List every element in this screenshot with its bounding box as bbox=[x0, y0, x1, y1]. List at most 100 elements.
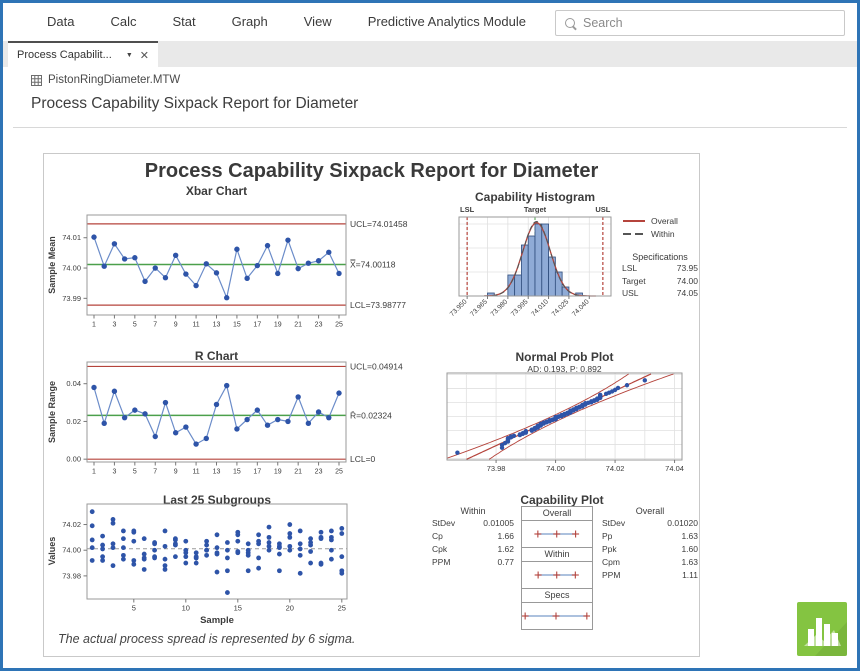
y-tick-label: 74.00 bbox=[62, 264, 81, 273]
specification-row: USL74.05 bbox=[622, 287, 698, 300]
page-heading: Process Capability Sixpack Report for Di… bbox=[31, 95, 358, 113]
x-tick-label: 74.02 bbox=[606, 464, 625, 473]
data-point bbox=[235, 530, 240, 535]
data-point bbox=[90, 545, 95, 550]
stat-value: 1.63 bbox=[681, 530, 698, 543]
spec-value: 74.05 bbox=[677, 287, 698, 300]
report-footnote: The actual process spread is represented… bbox=[58, 632, 355, 646]
search-icon bbox=[565, 18, 575, 28]
menu-item-data[interactable]: Data bbox=[47, 14, 74, 29]
data-point bbox=[100, 558, 105, 563]
y-tick-label: 74.00 bbox=[62, 546, 81, 555]
data-point bbox=[267, 548, 272, 553]
data-point bbox=[163, 400, 168, 405]
data-point bbox=[204, 436, 209, 441]
stats-row: Cpm1.63 bbox=[602, 556, 698, 569]
x-tick-label: 9 bbox=[174, 469, 178, 476]
limit-annotation: R̄=0.02324 bbox=[350, 410, 392, 420]
menu-item-view[interactable]: View bbox=[304, 14, 332, 29]
data-point bbox=[329, 535, 334, 540]
stats-row: Cpk1.62 bbox=[432, 543, 514, 556]
menu-item-stat[interactable]: Stat bbox=[172, 14, 195, 29]
data-point bbox=[173, 253, 178, 258]
stat-label: Cp bbox=[432, 530, 443, 543]
minitab-logo-icon[interactable] bbox=[797, 602, 847, 656]
data-point bbox=[183, 424, 188, 429]
data-point bbox=[194, 554, 199, 559]
data-point bbox=[256, 556, 261, 561]
x-tick-label: 19 bbox=[274, 469, 282, 476]
specification-row: LSL73.95 bbox=[622, 262, 698, 275]
data-point bbox=[111, 521, 116, 526]
data-point bbox=[121, 557, 126, 562]
data-point bbox=[643, 378, 647, 382]
menu-item-calc[interactable]: Calc bbox=[110, 14, 136, 29]
data-point bbox=[121, 536, 126, 541]
worksheet-name: PistonRingDiameter.MTW bbox=[48, 74, 180, 86]
menu-item-predictive-analytics-module[interactable]: Predictive Analytics Module bbox=[368, 14, 526, 29]
x-tick-label: 74.040 bbox=[571, 298, 591, 318]
specification-row: Target74.00 bbox=[622, 275, 698, 288]
x-tick-label: 1 bbox=[92, 469, 96, 476]
target-label: Target bbox=[524, 205, 547, 214]
data-point bbox=[173, 543, 178, 548]
x-tick-label: 5 bbox=[133, 322, 137, 329]
search-input[interactable] bbox=[575, 15, 844, 31]
data-point bbox=[90, 558, 95, 563]
data-point bbox=[225, 568, 230, 573]
report-canvas: Process Capability Sixpack Report for Di… bbox=[43, 153, 700, 657]
x-tick-label: 11 bbox=[192, 322, 199, 329]
data-point bbox=[326, 250, 331, 255]
interval-plot bbox=[522, 603, 590, 629]
tab-process-capability[interactable]: Process Capabilit... ▼ ✕ bbox=[8, 41, 158, 67]
tab-label: Process Capabilit... bbox=[8, 49, 124, 61]
search-box[interactable] bbox=[555, 10, 845, 36]
data-point bbox=[235, 539, 240, 544]
x-tick-label: 25 bbox=[335, 322, 343, 329]
xbar-chart-title: Xbar Chart bbox=[87, 184, 346, 198]
x-tick-label: 21 bbox=[294, 322, 302, 329]
data-point bbox=[142, 567, 147, 572]
data-point bbox=[122, 256, 127, 261]
data-point bbox=[339, 526, 344, 531]
data-point bbox=[100, 543, 105, 548]
data-point bbox=[142, 411, 147, 416]
stat-value: 1.60 bbox=[681, 543, 698, 556]
x-tick-label: 73.980 bbox=[490, 298, 510, 318]
legend-label: Within bbox=[651, 229, 675, 239]
series-line bbox=[94, 237, 339, 298]
stats-row: PPM1.11 bbox=[602, 569, 698, 582]
stat-label: Pp bbox=[602, 530, 612, 543]
close-icon[interactable]: ✕ bbox=[140, 49, 158, 62]
data-point bbox=[121, 545, 126, 550]
spec-label: LSL bbox=[622, 262, 637, 275]
data-point bbox=[183, 271, 188, 276]
data-point bbox=[265, 423, 270, 428]
menu-item-graph[interactable]: Graph bbox=[232, 14, 268, 29]
chevron-down-icon[interactable]: ▼ bbox=[124, 52, 140, 59]
data-point bbox=[339, 554, 344, 559]
data-point bbox=[306, 421, 311, 426]
data-point bbox=[224, 383, 229, 388]
data-point bbox=[111, 545, 116, 550]
data-point bbox=[244, 417, 249, 422]
data-point bbox=[616, 386, 620, 390]
data-point bbox=[142, 279, 147, 284]
last-25-subgroups-chart: 73.9874.0074.02510152025ValuesSample bbox=[44, 502, 444, 632]
data-point bbox=[173, 554, 178, 559]
stat-label: StDev bbox=[602, 517, 625, 530]
y-tick-label: 74.01 bbox=[62, 233, 81, 242]
data-point bbox=[102, 264, 107, 269]
data-point bbox=[512, 434, 516, 438]
data-point bbox=[90, 523, 95, 528]
x-tick-label: 19 bbox=[274, 322, 282, 329]
data-point bbox=[287, 522, 292, 527]
legend-label: Overall bbox=[651, 216, 678, 226]
histogram-bar bbox=[528, 236, 535, 296]
data-point bbox=[163, 529, 168, 534]
x-tick-label: 73.950 bbox=[449, 298, 469, 318]
x-tick-label: 17 bbox=[253, 322, 261, 329]
y-axis-label: Values bbox=[47, 537, 57, 566]
data-point bbox=[225, 540, 230, 545]
worksheet-row[interactable]: PistonRingDiameter.MTW bbox=[31, 74, 180, 86]
